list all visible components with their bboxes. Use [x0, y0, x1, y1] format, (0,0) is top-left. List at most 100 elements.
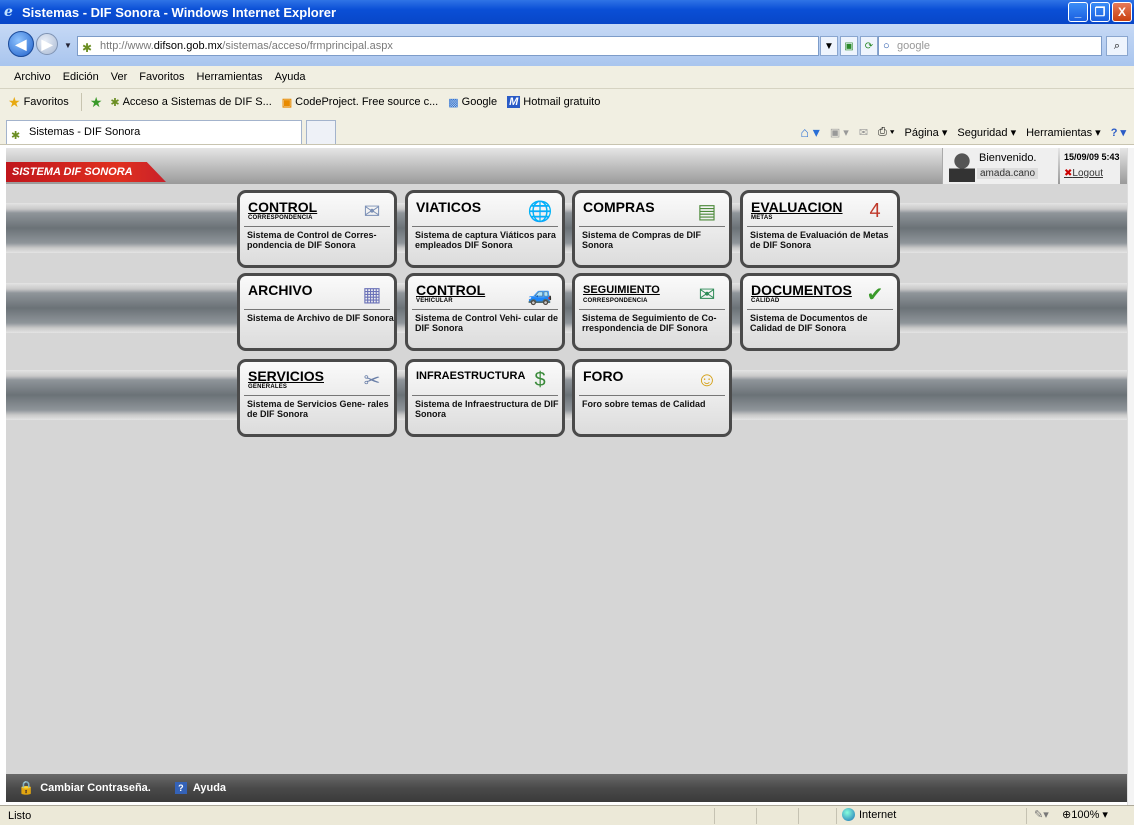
tile-divider [579, 226, 725, 227]
zoom-control[interactable]: ⊕100% ▾ [1062, 808, 1108, 821]
status-divider [836, 808, 837, 824]
session-box: 15/09/09 5:43 ✖Logout [1060, 148, 1120, 184]
page-menu[interactable]: Página ▾ [905, 126, 948, 139]
compatibility-icon[interactable]: ▣ [840, 36, 858, 56]
tile-subtitle: CALIDAD [751, 298, 780, 304]
mail-globe-icon: ✉ [698, 283, 716, 306]
internet-zone-icon [842, 808, 855, 821]
url-path: /sistemas/acceso/frmprincipal.aspx [222, 40, 393, 52]
minimize-button[interactable]: _ [1068, 2, 1088, 22]
print-icon[interactable]: ⎙ ▾ [878, 126, 894, 139]
favorites-button[interactable]: ★ Favoritos [8, 94, 69, 111]
help-button[interactable]: ? Ayuda [174, 782, 227, 794]
favorite-link-label: Google [461, 96, 498, 108]
tile-compras[interactable]: COMPRAS ▤ Sistema de Compras de DIF Sonora [572, 190, 732, 268]
document-check-icon: ✔ [866, 283, 884, 306]
logout-link[interactable]: ✖Logout [1064, 168, 1103, 179]
status-divider [1026, 808, 1027, 824]
help-icon[interactable]: ? ▾ [1111, 126, 1126, 139]
msn-icon: M [507, 96, 521, 108]
codeproject-icon: ▣ [281, 96, 293, 109]
add-favorite-icon[interactable]: ★ [90, 94, 103, 111]
dif-favicon-icon: ✱ [11, 130, 21, 142]
tile-title: INFRAESTRUCTURA [416, 370, 526, 382]
change-password-button[interactable]: 🔒 Cambiar Contraseña. [18, 780, 151, 796]
favorites-label: Favoritos [23, 96, 69, 108]
tile-description: Sistema de Infraestructura de DIF Sonora [415, 399, 559, 419]
favorite-link-label: Hotmail gratuito [523, 96, 601, 108]
favorite-link-hotmail[interactable]: M Hotmail gratuito [507, 96, 600, 108]
search-input[interactable]: ○ google [878, 36, 1102, 56]
tile-control-vehicular[interactable]: CONTROL VEHICULAR 🚙 Sistema de Control Vehi… [405, 273, 565, 351]
tab-sistemas-dif-sonora[interactable]: ✱ Sistemas - DIF Sonora [6, 120, 302, 144]
tile-seguimiento-correspondencia[interactable]: SEGUIMIENTO CORRESPONDENCIA ✉ Sistema de Se… [572, 273, 732, 351]
tile-description: Sistema de Archivo de DIF Sonora [247, 313, 394, 323]
home-icon[interactable]: ⌂ ▾ [800, 124, 819, 141]
menu-edicion[interactable]: Edición [57, 71, 105, 83]
tile-archivo[interactable]: ARCHIVO ▦ Sistema de Archivo de DIF Sonora [237, 273, 397, 351]
user-box: Bienvenido. amada.cano [942, 148, 1058, 184]
calculator-icon: ▤ [697, 200, 717, 223]
lock-icon: 🔒 [18, 780, 35, 795]
refresh-icon[interactable]: ⟳ [860, 36, 878, 56]
tile-subtitle: CORRESPONDENCIA [248, 215, 313, 221]
tile-divider [244, 226, 390, 227]
favorites-separator [80, 93, 82, 111]
maximize-button[interactable]: ❐ [1090, 2, 1110, 22]
chat-person-icon: ☺ [696, 368, 718, 391]
favorite-link-codeproject[interactable]: ▣ CodeProject. Free source c... [282, 96, 438, 109]
close-button[interactable]: X [1112, 2, 1132, 22]
google-icon: ▩ [448, 96, 459, 109]
url-dropdown-icon[interactable]: ▼ [820, 36, 838, 56]
tile-divider [747, 309, 893, 310]
tile-title: SEGUIMIENTO [583, 284, 660, 296]
window-title-bar: e Sistemas - DIF Sonora - Windows Intern… [0, 0, 1134, 24]
favorite-link-dif[interactable]: ✱ Acceso a Sistemas de DIF S... [110, 96, 271, 109]
security-menu[interactable]: Seguridad ▾ [957, 126, 1016, 139]
mail-icon[interactable]: ✉ [859, 126, 868, 139]
protected-mode-icon[interactable]: ✎▾ [1034, 808, 1049, 821]
menu-favoritos[interactable]: Favoritos [133, 71, 190, 83]
help-label: Ayuda [192, 782, 227, 794]
car-icon: 🚙 [527, 283, 553, 306]
tile-description: Sistema de Control de Corres- pondencia … [247, 230, 377, 250]
menu-herramientas[interactable]: Herramientas [191, 71, 269, 83]
url-field[interactable]: ✱ http://www.difson.gob.mx/sistemas/acce… [77, 36, 819, 56]
app-footer: 🔒 Cambiar Contraseña. ? Ayuda [6, 774, 1130, 802]
ie-icon: e [4, 4, 13, 20]
menu-ver[interactable]: Ver [105, 71, 134, 83]
new-tab-button[interactable] [306, 120, 336, 144]
page-scrollbar[interactable] [1127, 148, 1134, 805]
tools-menu[interactable]: Herramientas ▾ [1026, 126, 1101, 139]
forward-button[interactable]: ▶ [36, 33, 58, 55]
page-menu-label: Página [904, 127, 939, 139]
search-placeholder: google [897, 40, 931, 52]
tile-description: Sistema de captura Viáticos para emplead… [415, 230, 556, 250]
tile-title: SERVICIOS [248, 368, 324, 384]
tile-infraestructura[interactable]: INFRAESTRUCTURA $ Sistema de Infraestructu… [405, 359, 565, 437]
site-favicon-icon: ✱ [82, 41, 93, 55]
tab-label: Sistemas - DIF Sonora [29, 126, 141, 138]
status-divider [798, 808, 799, 824]
favorite-link-google[interactable]: ▩ Google [448, 96, 497, 109]
tile-foro[interactable]: FORO ☺ Foro sobre temas de Calidad [572, 359, 732, 437]
tile-servicios-generales[interactable]: SERVICIOS GENERALES ✂ Sistema de Servicios … [237, 359, 397, 437]
menu-ayuda[interactable]: Ayuda [269, 71, 312, 83]
tile-subtitle: GENERALES [248, 384, 288, 390]
status-divider [756, 808, 757, 824]
tile-description: Sistema de Seguimiento de Co- rresponden… [582, 313, 717, 333]
back-button[interactable]: ◀ [8, 31, 34, 57]
file-cabinet-icon: ▦ [362, 283, 382, 306]
tile-documentos-calidad[interactable]: DOCUMENTOS CALIDAD ✔ Sistema de Documentos … [740, 273, 900, 351]
menu-archivo[interactable]: Archivo [8, 71, 57, 83]
address-toolbar: ◀ ▶ ▼ ✱ http://www.difson.gob.mx/sistema… [0, 24, 1134, 66]
search-button[interactable]: ⌕ [1106, 36, 1128, 56]
tile-evaluacion-metas[interactable]: EVALUACION METAS 4 Sistema de Evaluación de… [740, 190, 900, 268]
feeds-icon[interactable]: ▣ ▾ [830, 126, 849, 139]
tile-viaticos[interactable]: VIATICOS 🌐 Sistema de captura Viáticos par… [405, 190, 565, 268]
security-zone[interactable]: Internet [842, 808, 896, 821]
history-dropdown-icon[interactable]: ▼ [64, 41, 72, 50]
tile-control-correspondencia[interactable]: CONTROL CORRESPONDENCIA ✉ Sistema de Contro… [237, 190, 397, 268]
tile-divider [747, 226, 893, 227]
favorites-bar: ★ Favoritos ★ ✱ Acceso a Sistemas de DIF… [0, 89, 1134, 115]
